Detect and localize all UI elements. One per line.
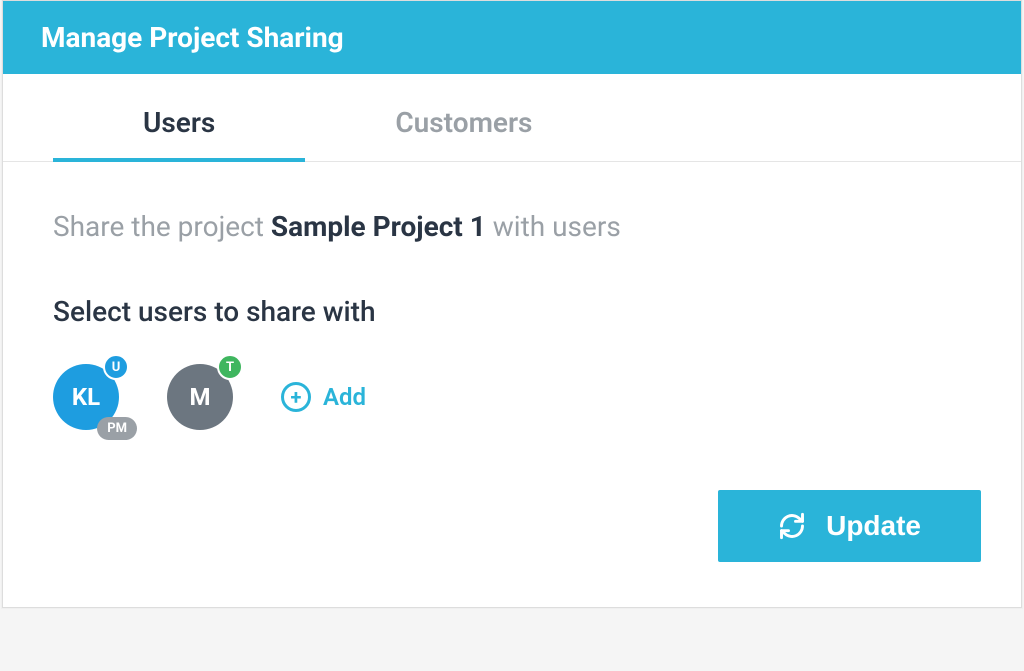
- refresh-icon: [778, 512, 806, 540]
- user-role-badge: U: [103, 354, 129, 380]
- tab-customers[interactable]: Customers: [305, 74, 622, 161]
- update-button[interactable]: Update: [718, 490, 981, 562]
- plus-circle-icon: +: [281, 382, 311, 412]
- user-role-badge: T: [217, 354, 243, 380]
- share-prefix: Share the project: [53, 210, 271, 243]
- selected-users-row: KL U PM M T + Add: [53, 364, 971, 430]
- modal-title: Manage Project Sharing: [41, 21, 983, 54]
- avatar-initials: KL: [72, 383, 100, 411]
- tabs-container: Users Customers: [3, 74, 1021, 162]
- user-avatar-m[interactable]: M T: [167, 364, 233, 430]
- avatar-initials: M: [189, 383, 210, 411]
- select-users-label: Select users to share with: [53, 295, 971, 328]
- content-area: Share the project Sample Project 1 with …: [3, 162, 1021, 470]
- modal-header: Manage Project Sharing: [3, 1, 1021, 74]
- pm-badge: PM: [97, 417, 137, 440]
- user-avatar-kl[interactable]: KL U PM: [53, 364, 119, 430]
- sharing-modal: Manage Project Sharing Users Customers S…: [2, 0, 1022, 608]
- share-description: Share the project Sample Project 1 with …: [53, 210, 971, 243]
- add-label: Add: [323, 383, 366, 411]
- tab-users[interactable]: Users: [53, 74, 305, 161]
- update-label: Update: [826, 510, 921, 542]
- share-suffix: with users: [486, 210, 621, 243]
- add-user-button[interactable]: + Add: [281, 382, 366, 412]
- project-name: Sample Project 1: [271, 210, 486, 243]
- modal-footer: Update: [3, 470, 1021, 607]
